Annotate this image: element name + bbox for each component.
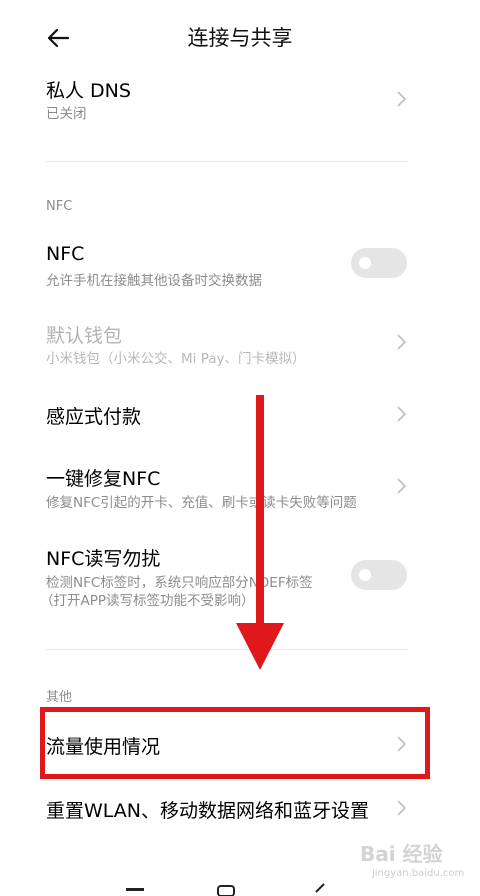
nfc-item[interactable]: NFC 允许手机在接触其他设备时交换数据 — [0, 235, 480, 295]
private-dns-item[interactable]: 私人 DNS 已关闭 — [0, 70, 480, 130]
nfc-title: NFC — [46, 243, 85, 265]
watermark-brand: Bai 经验 — [360, 842, 443, 866]
recent-apps-icon — [126, 888, 144, 891]
chevron-right-icon — [397, 406, 407, 422]
divider — [46, 161, 408, 162]
reset-network-item[interactable]: 重置WLAN、移动数据网络和蓝牙设置 — [0, 786, 480, 830]
annotation-down-arrow — [236, 395, 284, 670]
default-wallet-subtitle: 小米钱包（小米公交、Mi Pay、门卡模拟） — [46, 351, 306, 367]
section-header-other: 其他 — [46, 690, 73, 705]
nfc-dnd-toggle[interactable] — [351, 560, 407, 590]
navigation-bar — [126, 883, 325, 896]
nfc-repair-title: 一键修复NFC — [46, 468, 161, 490]
private-dns-status: 已关闭 — [46, 106, 87, 122]
contactless-pay-title: 感应式付款 — [46, 406, 142, 428]
chevron-right-icon — [397, 91, 407, 107]
nfc-toggle[interactable] — [351, 248, 407, 278]
chevron-right-icon — [397, 334, 407, 350]
divider — [46, 649, 408, 650]
page-title: 连接与共享 — [187, 26, 293, 50]
toggle-knob — [359, 569, 371, 581]
nfc-repair-subtitle: 修复NFC引起的开卡、充值、刷卡或读卡失败等问题 — [46, 495, 357, 511]
private-dns-title: 私人 DNS — [46, 80, 131, 102]
toggle-knob — [359, 257, 371, 269]
chevron-right-icon — [397, 800, 407, 816]
annotation-highlight-box — [40, 707, 430, 779]
back-nav-icon — [315, 883, 325, 893]
nfc-dnd-subtitle-line2: （打开APP读写标签功能不受影响） — [40, 593, 255, 609]
section-header-nfc: NFC — [46, 199, 73, 214]
reset-network-title: 重置WLAN、移动数据网络和蓝牙设置 — [46, 800, 370, 822]
nfc-subtitle: 允许手机在接触其他设备时交换数据 — [46, 273, 262, 289]
default-wallet-title: 默认钱包 — [46, 325, 123, 347]
chevron-right-icon — [397, 478, 407, 494]
default-wallet-item[interactable]: 默认钱包 小米钱包（小米公交、Mi Pay、门卡模拟） — [0, 313, 480, 373]
nfc-dnd-title: NFC读写勿扰 — [46, 548, 161, 570]
home-icon — [217, 885, 235, 896]
